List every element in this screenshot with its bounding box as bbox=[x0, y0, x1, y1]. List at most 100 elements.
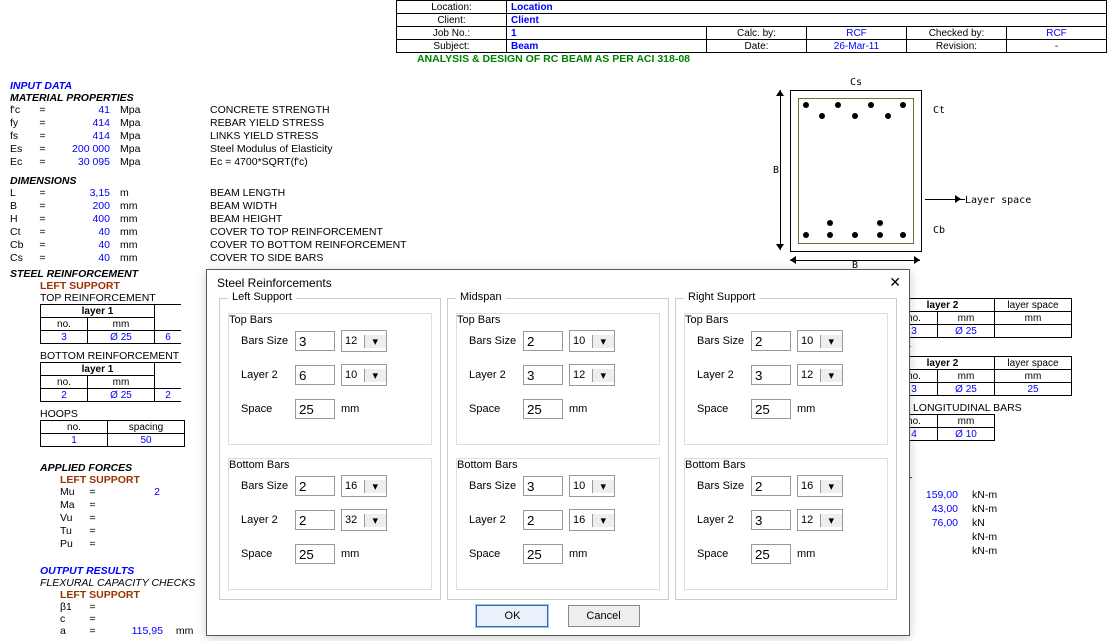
hdr-loc-val[interactable]: Location bbox=[507, 1, 1107, 14]
num-input[interactable] bbox=[523, 365, 563, 385]
num-input[interactable] bbox=[523, 510, 563, 530]
size-select[interactable]: 10▾ bbox=[569, 330, 615, 352]
table-hoops: no.spacing 150 bbox=[40, 420, 185, 447]
field-row: Bars Size 12▾ bbox=[241, 330, 387, 352]
field-row: Space mm bbox=[241, 543, 359, 565]
num-input[interactable] bbox=[751, 510, 791, 530]
hdr-rev-val[interactable]: - bbox=[1007, 40, 1107, 53]
size-select[interactable]: 16▾ bbox=[569, 509, 615, 531]
group-mid: MidspanTop BarsBars Size 10▾Layer 2 12▾S… bbox=[447, 298, 669, 600]
hdr-date-lbl: Date: bbox=[707, 40, 807, 53]
steel-reinforcements-dialog: Steel Reinforcements ✕ Left SupportTop B… bbox=[206, 269, 910, 636]
sec-bot-reinf: BOTTOM REINFORCEMENT bbox=[40, 350, 185, 362]
chevron-down-icon: ▾ bbox=[592, 514, 615, 527]
subgroup-bot: Bottom BarsBars Size 16▾Layer 2 12▾Space… bbox=[684, 458, 888, 590]
num-input[interactable] bbox=[295, 510, 335, 530]
num-input[interactable] bbox=[295, 365, 335, 385]
hdr-client-lbl: Client: bbox=[397, 14, 507, 27]
chevron-down-icon: ▾ bbox=[820, 335, 843, 348]
sec-applied-forces: APPLIED FORCES bbox=[40, 462, 170, 474]
field-row: Layer 2 12▾ bbox=[697, 509, 843, 531]
dim-row: B=200mmBEAM WIDTH bbox=[10, 200, 407, 213]
field-row: Bars Size 10▾ bbox=[469, 475, 615, 497]
num-input[interactable] bbox=[295, 399, 335, 419]
subgroup-top: Top BarsBars Size 12▾Layer 2 10▾Space mm bbox=[228, 313, 432, 445]
hdr-client-val[interactable]: Client bbox=[507, 14, 1107, 27]
size-select[interactable]: 10▾ bbox=[569, 475, 615, 497]
num-input[interactable] bbox=[295, 331, 335, 351]
sec-mat-props: MATERIAL PROPERTIES bbox=[10, 92, 333, 104]
mat-row: Ec=30 095MpaEc = 4700*SQRT(f'c) bbox=[10, 156, 333, 169]
chevron-down-icon: ▾ bbox=[820, 514, 843, 527]
table-top-reinf: layer 1 no.mm 3Ø 256 bbox=[40, 304, 181, 344]
size-select[interactable]: 32▾ bbox=[341, 509, 387, 531]
hdr-date-val[interactable]: 26-Mar-11 bbox=[807, 40, 907, 53]
hdr-job-val[interactable]: 1 bbox=[507, 27, 707, 40]
mat-row: fy=414MpaREBAR YIELD STRESS bbox=[10, 117, 333, 130]
chevron-down-icon: ▾ bbox=[364, 480, 387, 493]
field-row: Space mm bbox=[697, 398, 815, 420]
force-row: Tu= bbox=[60, 525, 170, 538]
size-select[interactable]: 16▾ bbox=[797, 475, 843, 497]
mat-row: fs=414MpaLINKS YIELD STRESS bbox=[10, 130, 333, 143]
field-row: Layer 2 10▾ bbox=[241, 364, 387, 386]
bg-right-top: layer 2layer space no.mmmm 3Ø 25 ENT lay… bbox=[890, 298, 1072, 441]
size-select[interactable]: 10▾ bbox=[341, 364, 387, 386]
size-select[interactable]: 16▾ bbox=[341, 475, 387, 497]
chevron-down-icon: ▾ bbox=[592, 480, 615, 493]
field-row: Bars Size 16▾ bbox=[241, 475, 387, 497]
sec-steel: STEEL REINFORCEMENT bbox=[10, 268, 185, 280]
hdr-job-lbl: Job No.: bbox=[397, 27, 507, 40]
num-input[interactable] bbox=[751, 544, 791, 564]
field-row: Layer 2 16▾ bbox=[469, 509, 615, 531]
sec-input-data: INPUT DATA bbox=[10, 80, 333, 92]
hdr-subj-lbl: Subject: bbox=[397, 40, 507, 53]
force-row: Vu= bbox=[60, 512, 170, 525]
chevron-down-icon: ▾ bbox=[820, 369, 843, 382]
ok-button[interactable]: OK bbox=[476, 605, 548, 627]
cancel-button[interactable]: Cancel bbox=[568, 605, 640, 627]
field-row: Space mm bbox=[469, 543, 587, 565]
group-left: Left SupportTop BarsBars Size 12▾Layer 2… bbox=[219, 298, 441, 600]
chevron-down-icon: ▾ bbox=[364, 369, 387, 382]
field-row: Layer 2 32▾ bbox=[241, 509, 387, 531]
num-input[interactable] bbox=[523, 399, 563, 419]
num-input[interactable] bbox=[751, 399, 791, 419]
header-table: Location: Location Client: Client Job No… bbox=[396, 0, 1107, 53]
mat-row: f'c=41MpaCONCRETE STRENGTH bbox=[10, 104, 333, 117]
field-row: Bars Size 16▾ bbox=[697, 475, 843, 497]
hdr-rev-lbl: Revision: bbox=[907, 40, 1007, 53]
hdr-checkedby-val[interactable]: RCF bbox=[1007, 27, 1107, 40]
sec-left-support: LEFT SUPPORT bbox=[40, 280, 185, 292]
num-input[interactable] bbox=[295, 476, 335, 496]
chevron-down-icon: ▾ bbox=[364, 335, 387, 348]
num-input[interactable] bbox=[751, 331, 791, 351]
field-row: Space mm bbox=[469, 398, 587, 420]
num-input[interactable] bbox=[523, 331, 563, 351]
field-row: Space mm bbox=[697, 543, 815, 565]
size-select[interactable]: 12▾ bbox=[797, 509, 843, 531]
size-select[interactable]: 12▾ bbox=[797, 364, 843, 386]
forces-left-support: LEFT SUPPORT bbox=[60, 474, 170, 486]
dim-row: Cb=40mmCOVER TO BOTTOM REINFORCEMENT bbox=[10, 239, 407, 252]
size-select[interactable]: 12▾ bbox=[341, 330, 387, 352]
mat-row: Es=200 000MpaSteel Modulus of Elasticity bbox=[10, 143, 333, 156]
force-row: Mu=2 bbox=[60, 486, 170, 499]
close-icon[interactable]: ✕ bbox=[889, 274, 901, 291]
dim-row: Ct=40mmCOVER TO TOP REINFORCEMENT bbox=[10, 226, 407, 239]
subgroup-top: Top BarsBars Size 10▾Layer 2 12▾Space mm bbox=[684, 313, 888, 445]
num-input[interactable] bbox=[751, 365, 791, 385]
subgroup-bot: Bottom BarsBars Size 10▾Layer 2 16▾Space… bbox=[456, 458, 660, 590]
num-input[interactable] bbox=[751, 476, 791, 496]
size-select[interactable]: 10▾ bbox=[797, 330, 843, 352]
hdr-calcby-val[interactable]: RCF bbox=[807, 27, 907, 40]
page-title: ANALYSIS & DESIGN OF RC BEAM AS PER ACI … bbox=[0, 53, 1107, 65]
num-input[interactable] bbox=[523, 476, 563, 496]
num-input[interactable] bbox=[523, 544, 563, 564]
dialog-title: Steel Reinforcements bbox=[207, 270, 909, 296]
hdr-subj-val[interactable]: Beam bbox=[507, 40, 707, 53]
num-input[interactable] bbox=[295, 544, 335, 564]
chevron-down-icon: ▾ bbox=[820, 480, 843, 493]
size-select[interactable]: 12▾ bbox=[569, 364, 615, 386]
force-row: Pu= bbox=[60, 538, 170, 551]
